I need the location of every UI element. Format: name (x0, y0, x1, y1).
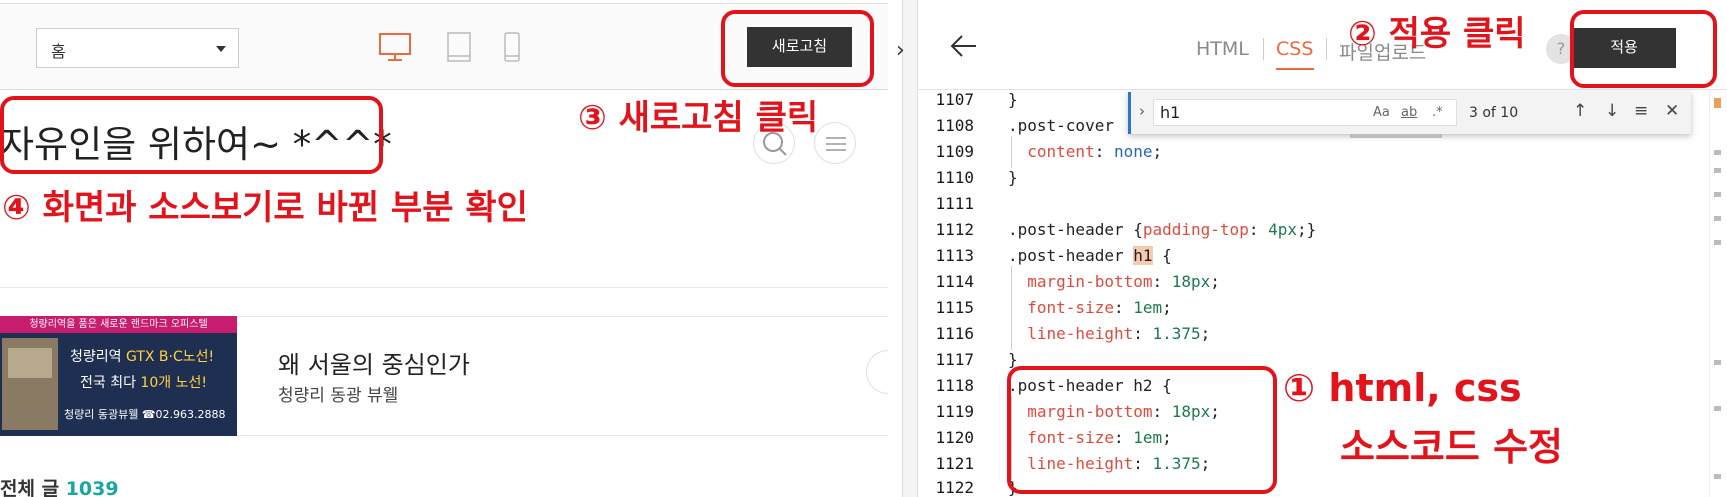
line-number: 1111 (935, 194, 974, 213)
ad-line-1: 청량리역 GTX B·C노선! (70, 349, 215, 365)
top-divider (0, 0, 888, 4)
ruler-marker (1714, 240, 1721, 245)
find-match-count: 3 of 10 (1469, 105, 1519, 121)
line-number: 1122 (935, 478, 974, 497)
chevron-down-icon (216, 46, 226, 52)
annotation-step-2: ② 적용 클릭 (1348, 14, 1526, 54)
hamburger-icon (826, 137, 846, 151)
match-whole-word-toggle[interactable]: ab (1401, 105, 1417, 120)
code-line: } (1008, 90, 1018, 109)
annotation-step-1: ① html, css (1283, 366, 1522, 410)
menu-button[interactable] (814, 122, 856, 164)
annotation-box-apply (1570, 10, 1717, 88)
desktop-view-icon[interactable] (378, 32, 412, 62)
annotation-step-3: ③ 새로고침 클릭 (578, 98, 819, 138)
ad-line-2: 전국 최다 10개 노선! (80, 375, 207, 391)
indent-guide (1011, 136, 1012, 168)
line-number: 1115 (935, 298, 974, 317)
ad-banner-image[interactable]: 청량리역을 품은 새로운 랜드마크 오피스텔 청량리역 GTX B·C노선! 전… (0, 316, 237, 436)
close-icon[interactable]: ✕ (1665, 101, 1679, 121)
indent-guide (1011, 266, 1012, 350)
annotation-box-code (1007, 366, 1277, 494)
line-number: 1117 (935, 350, 974, 369)
post-total: 전체 글 1039 (0, 474, 119, 497)
ad-subtitle: 청량리 동광 뷰웰 (278, 386, 399, 406)
ad-top-strip: 청량리역을 품은 새로운 랜드마크 오피스텔 (0, 316, 237, 333)
ruler-match-marker (1714, 98, 1721, 108)
code-line: content: none; (1027, 142, 1163, 161)
chevron-right-icon[interactable]: › (1139, 102, 1145, 120)
ad-building-image (2, 338, 58, 430)
code-line: } (1008, 168, 1018, 187)
code-line: font-size: 1em; (1027, 298, 1172, 317)
find-widget: › h1 Aa ab .* 3 of 10 ↑ ↓ ≡ ✕ (1128, 92, 1691, 134)
header-divider (0, 287, 888, 288)
ruler-marker (1714, 474, 1721, 479)
tab-css[interactable]: CSS (1276, 38, 1313, 60)
code-line: .post-header h1 { (1008, 246, 1172, 265)
line-number: 1118 (935, 376, 974, 395)
line-number: 1119 (935, 402, 974, 421)
mobile-view-icon[interactable] (503, 32, 521, 62)
annotation-step-1-detail: 소스코드 수정 (1340, 425, 1563, 469)
annotation-step-4: ④ 화면과 소스보기로 바뀐 부분 확인 (2, 188, 528, 228)
ruler-marker (1714, 150, 1721, 155)
tab-divider (1263, 38, 1264, 60)
page-select[interactable]: 홈 (36, 28, 239, 68)
code-line: line-height: 1.375; (1027, 324, 1211, 343)
code-line: .post-header {padding-top: 4px;} (1008, 220, 1317, 239)
line-number: 1109 (935, 142, 974, 161)
line-number: 1108 (935, 116, 974, 135)
annotation-box-refresh (721, 10, 874, 87)
chevron-right-icon[interactable]: › (896, 38, 905, 63)
line-number: 1120 (935, 428, 974, 447)
line-number: 1114 (935, 272, 974, 291)
ruler-marker (1714, 360, 1721, 365)
page-select-value: 홈 (51, 42, 66, 61)
previous-match-icon[interactable]: ↑ (1573, 101, 1587, 121)
ruler-marker (1714, 406, 1721, 411)
screen: 홈 새로고침 자유인을 위하여~ *^^* 청량리역을 품은 새로운 랜드마크 … (0, 0, 1727, 497)
line-number: 1113 (935, 246, 974, 265)
line-number: 1112 (935, 220, 974, 239)
ad-headline[interactable]: 왜 서울의 중심인가 (278, 345, 470, 380)
line-number: 1116 (935, 324, 974, 343)
line-number: 1107 (935, 90, 974, 109)
code-line: margin-bottom: 18px; (1027, 272, 1220, 291)
find-in-selection-icon[interactable]: ≡ (1634, 101, 1648, 121)
tab-html[interactable]: HTML (1196, 38, 1249, 60)
next-match-icon[interactable]: ↓ (1605, 101, 1619, 121)
tablet-view-icon[interactable] (446, 32, 472, 62)
ad-line-3: 청량리 동광뷰웰 ☎02.963.2888 (64, 408, 226, 421)
ruler-marker (1714, 216, 1721, 221)
post-total-count: 1039 (65, 478, 119, 497)
tab-divider (1326, 38, 1327, 60)
back-arrow-icon[interactable] (948, 30, 980, 62)
regex-toggle[interactable]: .* (1432, 105, 1443, 120)
code-horizontal-scroll-thumb[interactable] (1350, 134, 1442, 138)
tab-css-active-indicator (1276, 68, 1314, 70)
annotation-box-title (0, 96, 383, 174)
match-case-toggle[interactable]: Aa (1373, 105, 1390, 120)
line-number: 1121 (935, 454, 974, 473)
post-total-label: 전체 글 (0, 478, 60, 497)
pane-splitter[interactable] (902, 0, 918, 497)
ruler-marker (1714, 168, 1721, 173)
line-number: 1110 (935, 168, 974, 187)
ruler-marker (1714, 192, 1721, 197)
code-line: .post-cover (1008, 116, 1114, 135)
